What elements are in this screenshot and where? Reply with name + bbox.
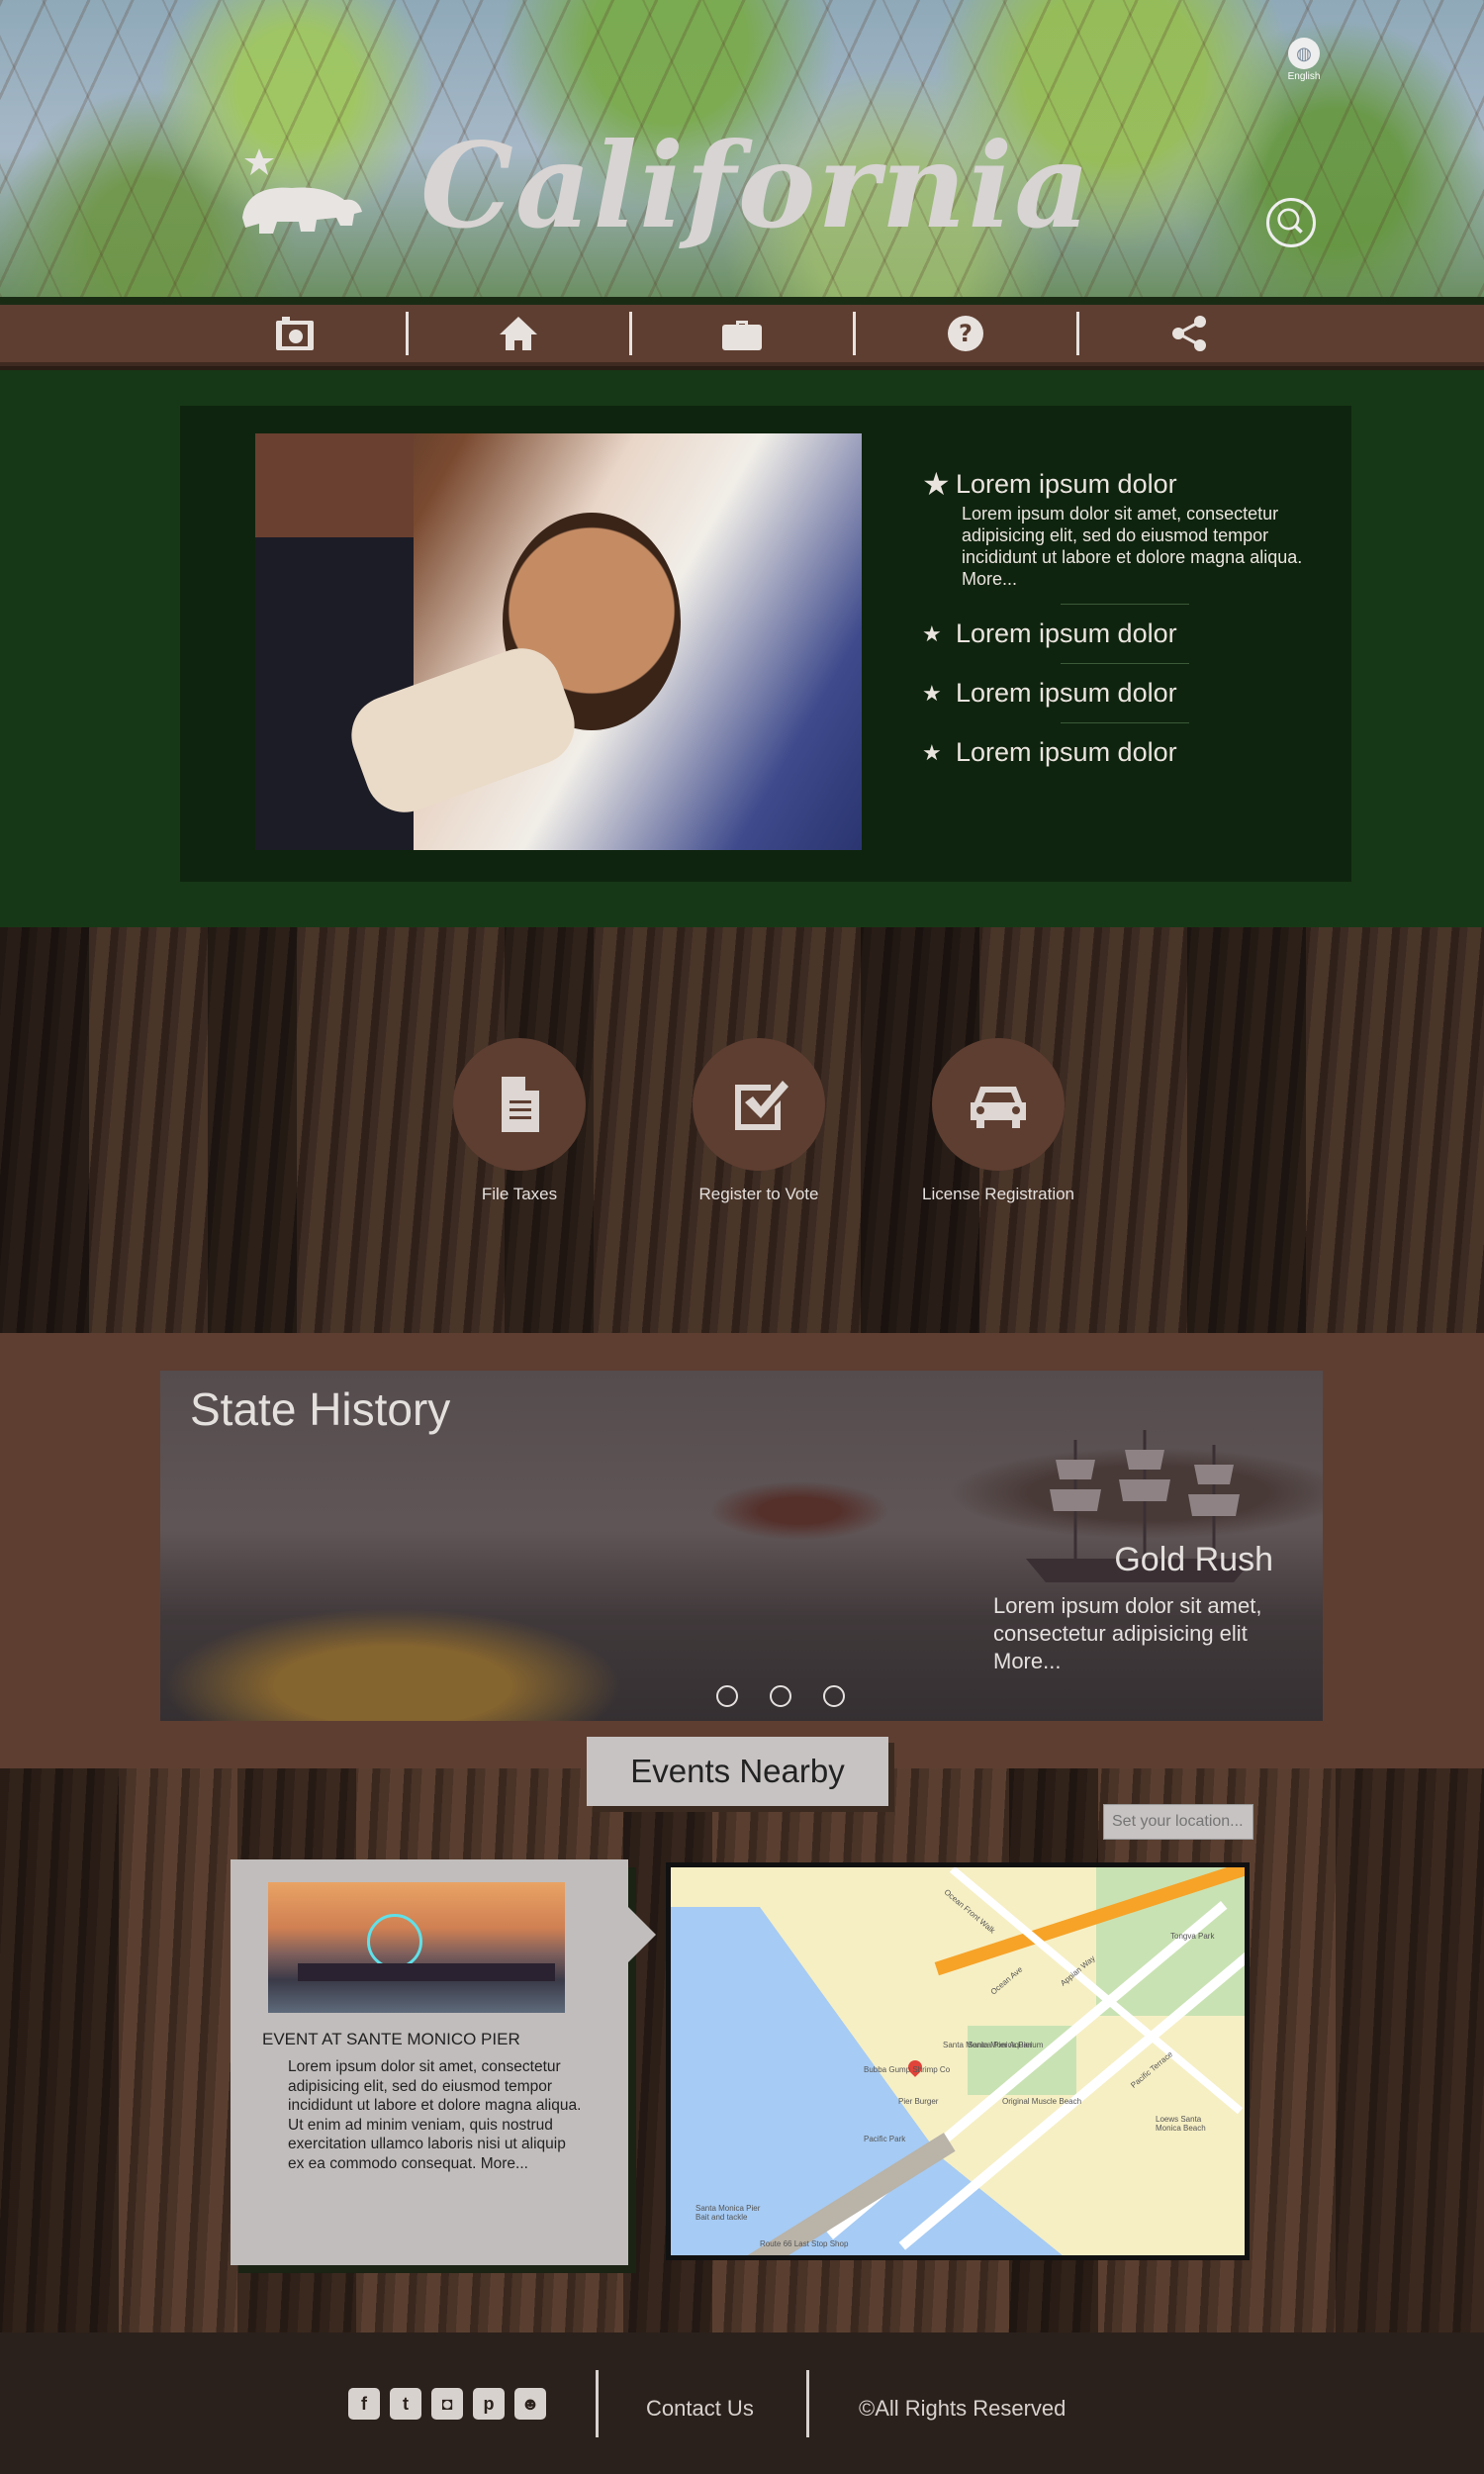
footer-divider xyxy=(596,2370,599,2437)
home-icon xyxy=(500,317,537,350)
feature-item[interactable]: ★ Lorem ipsum dolor xyxy=(922,737,1318,768)
feature-item-title: Lorem ipsum dolor xyxy=(956,468,1177,499)
carousel-dots xyxy=(716,1685,845,1707)
service-label: Register to Vote xyxy=(698,1185,819,1203)
service-circle[interactable] xyxy=(453,1038,586,1171)
map-label: Bubba Gump Shrimp Co xyxy=(864,2065,951,2074)
event-description: Lorem ipsum dolor sit amet, consectetur … xyxy=(288,2058,582,2172)
header-banner: California ◍ English xyxy=(0,0,1484,297)
service-label: License Registration xyxy=(921,1185,1075,1203)
map-label: Santa Monica Pier Bait and tackle xyxy=(696,2204,761,2222)
copyright-text: ©All Rights Reserved xyxy=(859,2396,1067,2421)
footer: f t ◘ p ☻ Contact Us ©All Rights Reserve… xyxy=(0,2332,1484,2474)
feature-divider xyxy=(1061,663,1189,664)
question-icon: ? xyxy=(948,316,983,351)
event-card[interactable]: EVENT AT SANTE MONICO PIER Lorem ipsum d… xyxy=(231,1859,656,2265)
briefcase-icon xyxy=(722,321,762,350)
pinterest-icon[interactable]: p xyxy=(473,2388,505,2420)
events-section: Events Nearby EVENT AT SANTE MONICO PIER… xyxy=(0,1737,1484,2332)
checkbox-icon xyxy=(735,1081,788,1130)
map-label: Ocean Ave xyxy=(988,1964,1025,1997)
search-icon[interactable] xyxy=(1266,198,1316,247)
section-title: State History xyxy=(190,1383,451,1435)
globe-icon[interactable]: ◍ xyxy=(1288,38,1320,69)
nav-item-camera[interactable] xyxy=(185,305,406,362)
svg-text:?: ? xyxy=(959,320,973,347)
contact-us-link[interactable]: Contact Us xyxy=(646,2396,754,2422)
reddit-icon[interactable]: ☻ xyxy=(514,2388,546,2420)
events-tab[interactable]: Events Nearby xyxy=(587,1737,888,1806)
share-icon xyxy=(1172,316,1206,351)
social-links: f t ◘ p ☻ xyxy=(348,2388,546,2420)
feature-item-title: Lorem ipsum dolor xyxy=(956,737,1177,767)
service-circle[interactable] xyxy=(693,1038,825,1171)
feature-item[interactable]: ★ Lorem ipsum dolor xyxy=(922,618,1318,649)
service-file-taxes[interactable]: File Taxes xyxy=(411,1038,628,1204)
event-image[interactable] xyxy=(268,1882,565,2013)
language-selector[interactable]: ◍ English xyxy=(1284,38,1324,82)
map-label: Pier Burger xyxy=(898,2097,939,2106)
nav-item-home[interactable] xyxy=(409,305,629,362)
event-title[interactable]: EVENT AT SANTE MONICO PIER xyxy=(262,2030,520,2049)
feature-item-title: Lorem ipsum dolor xyxy=(956,618,1177,648)
service-license-registration[interactable]: License Registration xyxy=(889,1038,1107,1204)
service-circle[interactable] xyxy=(932,1038,1065,1171)
slide-title: Gold Rush xyxy=(1114,1541,1273,1578)
services-section: File Taxes Register to Vote License Regi… xyxy=(0,927,1484,1333)
camera-icon xyxy=(276,317,314,350)
map-label: Route 66 Last Stop Shop xyxy=(760,2239,849,2248)
feature-image[interactable] xyxy=(255,433,862,850)
nav-item-briefcase[interactable] xyxy=(632,305,853,362)
image-figure xyxy=(367,1914,422,1969)
map-label: Santa Monica Pier xyxy=(968,2041,1033,2049)
carousel-dot[interactable] xyxy=(823,1685,845,1707)
feature-panel: ★ Lorem ipsum dolor Lorem ipsum dolor si… xyxy=(180,406,1351,882)
feature-divider xyxy=(1061,722,1189,723)
facebook-icon[interactable]: f xyxy=(348,2388,380,2420)
feature-list: ★ Lorem ipsum dolor Lorem ipsum dolor si… xyxy=(922,465,1318,768)
footer-divider xyxy=(806,2370,809,2437)
feature-item-title: Lorem ipsum dolor xyxy=(956,678,1177,708)
image-figure xyxy=(298,1963,555,1981)
service-label: File Taxes xyxy=(481,1185,558,1203)
language-label: English xyxy=(1287,71,1321,82)
main-nav: ? xyxy=(0,305,1484,366)
feature-divider xyxy=(1061,604,1189,605)
star-icon: ★ xyxy=(922,739,942,765)
map-label: Pacific Park xyxy=(864,2135,906,2143)
instagram-icon[interactable]: ◘ xyxy=(431,2388,463,2420)
feature-item[interactable]: ★ Lorem ipsum dolor xyxy=(922,678,1318,709)
history-carousel[interactable]: State History Gold Rush Lorem ipsum dolo… xyxy=(160,1371,1323,1721)
star-icon: ★ xyxy=(922,620,942,646)
map-label: Loews Santa Monica Beach xyxy=(1156,2115,1206,2133)
nav-item-share[interactable] xyxy=(1079,305,1300,362)
slide-description: Lorem ipsum dolor sit amet, consectetur … xyxy=(993,1593,1262,1673)
carousel-dot[interactable] xyxy=(770,1685,791,1707)
site-logo-text[interactable]: California xyxy=(420,117,1092,254)
twitter-icon[interactable]: t xyxy=(390,2388,421,2420)
bear-star-icon xyxy=(242,148,362,234)
map-label: Tongva Park xyxy=(1170,1932,1215,1941)
carousel-dot[interactable] xyxy=(716,1685,738,1707)
car-icon xyxy=(971,1087,1026,1128)
service-register-vote[interactable]: Register to Vote xyxy=(650,1038,868,1204)
feature-item-desc: Lorem ipsum dolor sit amet, consectetur … xyxy=(962,504,1303,589)
feature-item[interactable]: ★ Lorem ipsum dolor xyxy=(922,465,1318,503)
document-icon xyxy=(502,1077,539,1132)
history-section: State History Gold Rush Lorem ipsum dolo… xyxy=(0,1333,1484,1768)
event-map[interactable]: Santa Monica Pier Aquarium Santa Monica … xyxy=(666,1862,1250,2260)
feature-section: ★ Lorem ipsum dolor Lorem ipsum dolor si… xyxy=(0,370,1484,927)
location-input[interactable] xyxy=(1103,1804,1253,1840)
star-icon: ★ xyxy=(922,680,942,706)
star-icon: ★ xyxy=(922,466,951,502)
map-label: Original Muscle Beach xyxy=(1002,2097,1082,2106)
nav-item-help[interactable]: ? xyxy=(856,305,1076,362)
